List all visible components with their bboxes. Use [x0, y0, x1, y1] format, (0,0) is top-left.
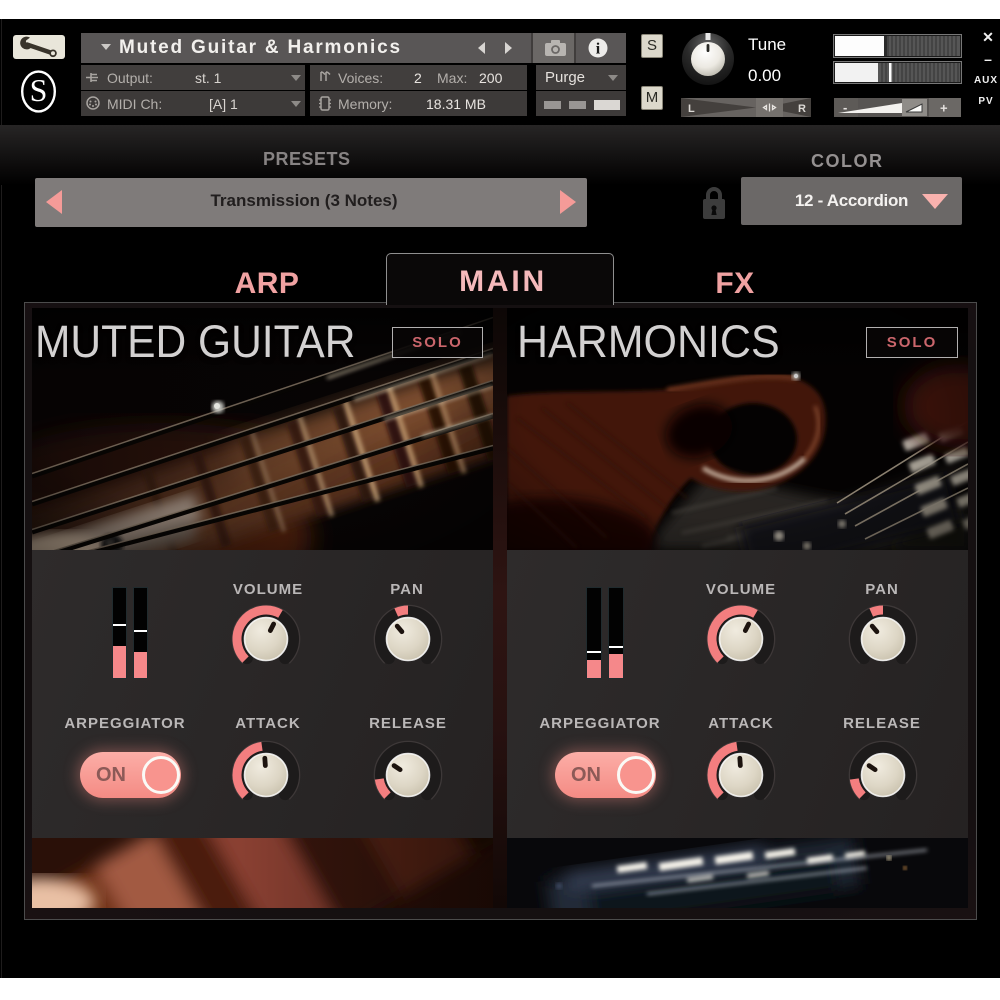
svg-text:+: +: [940, 101, 948, 116]
svg-text:i: i: [596, 41, 601, 58]
svg-text:L: L: [688, 103, 695, 115]
svg-text:S: S: [30, 72, 48, 108]
svg-text:R: R: [798, 103, 806, 115]
svg-text:-: -: [843, 100, 847, 115]
